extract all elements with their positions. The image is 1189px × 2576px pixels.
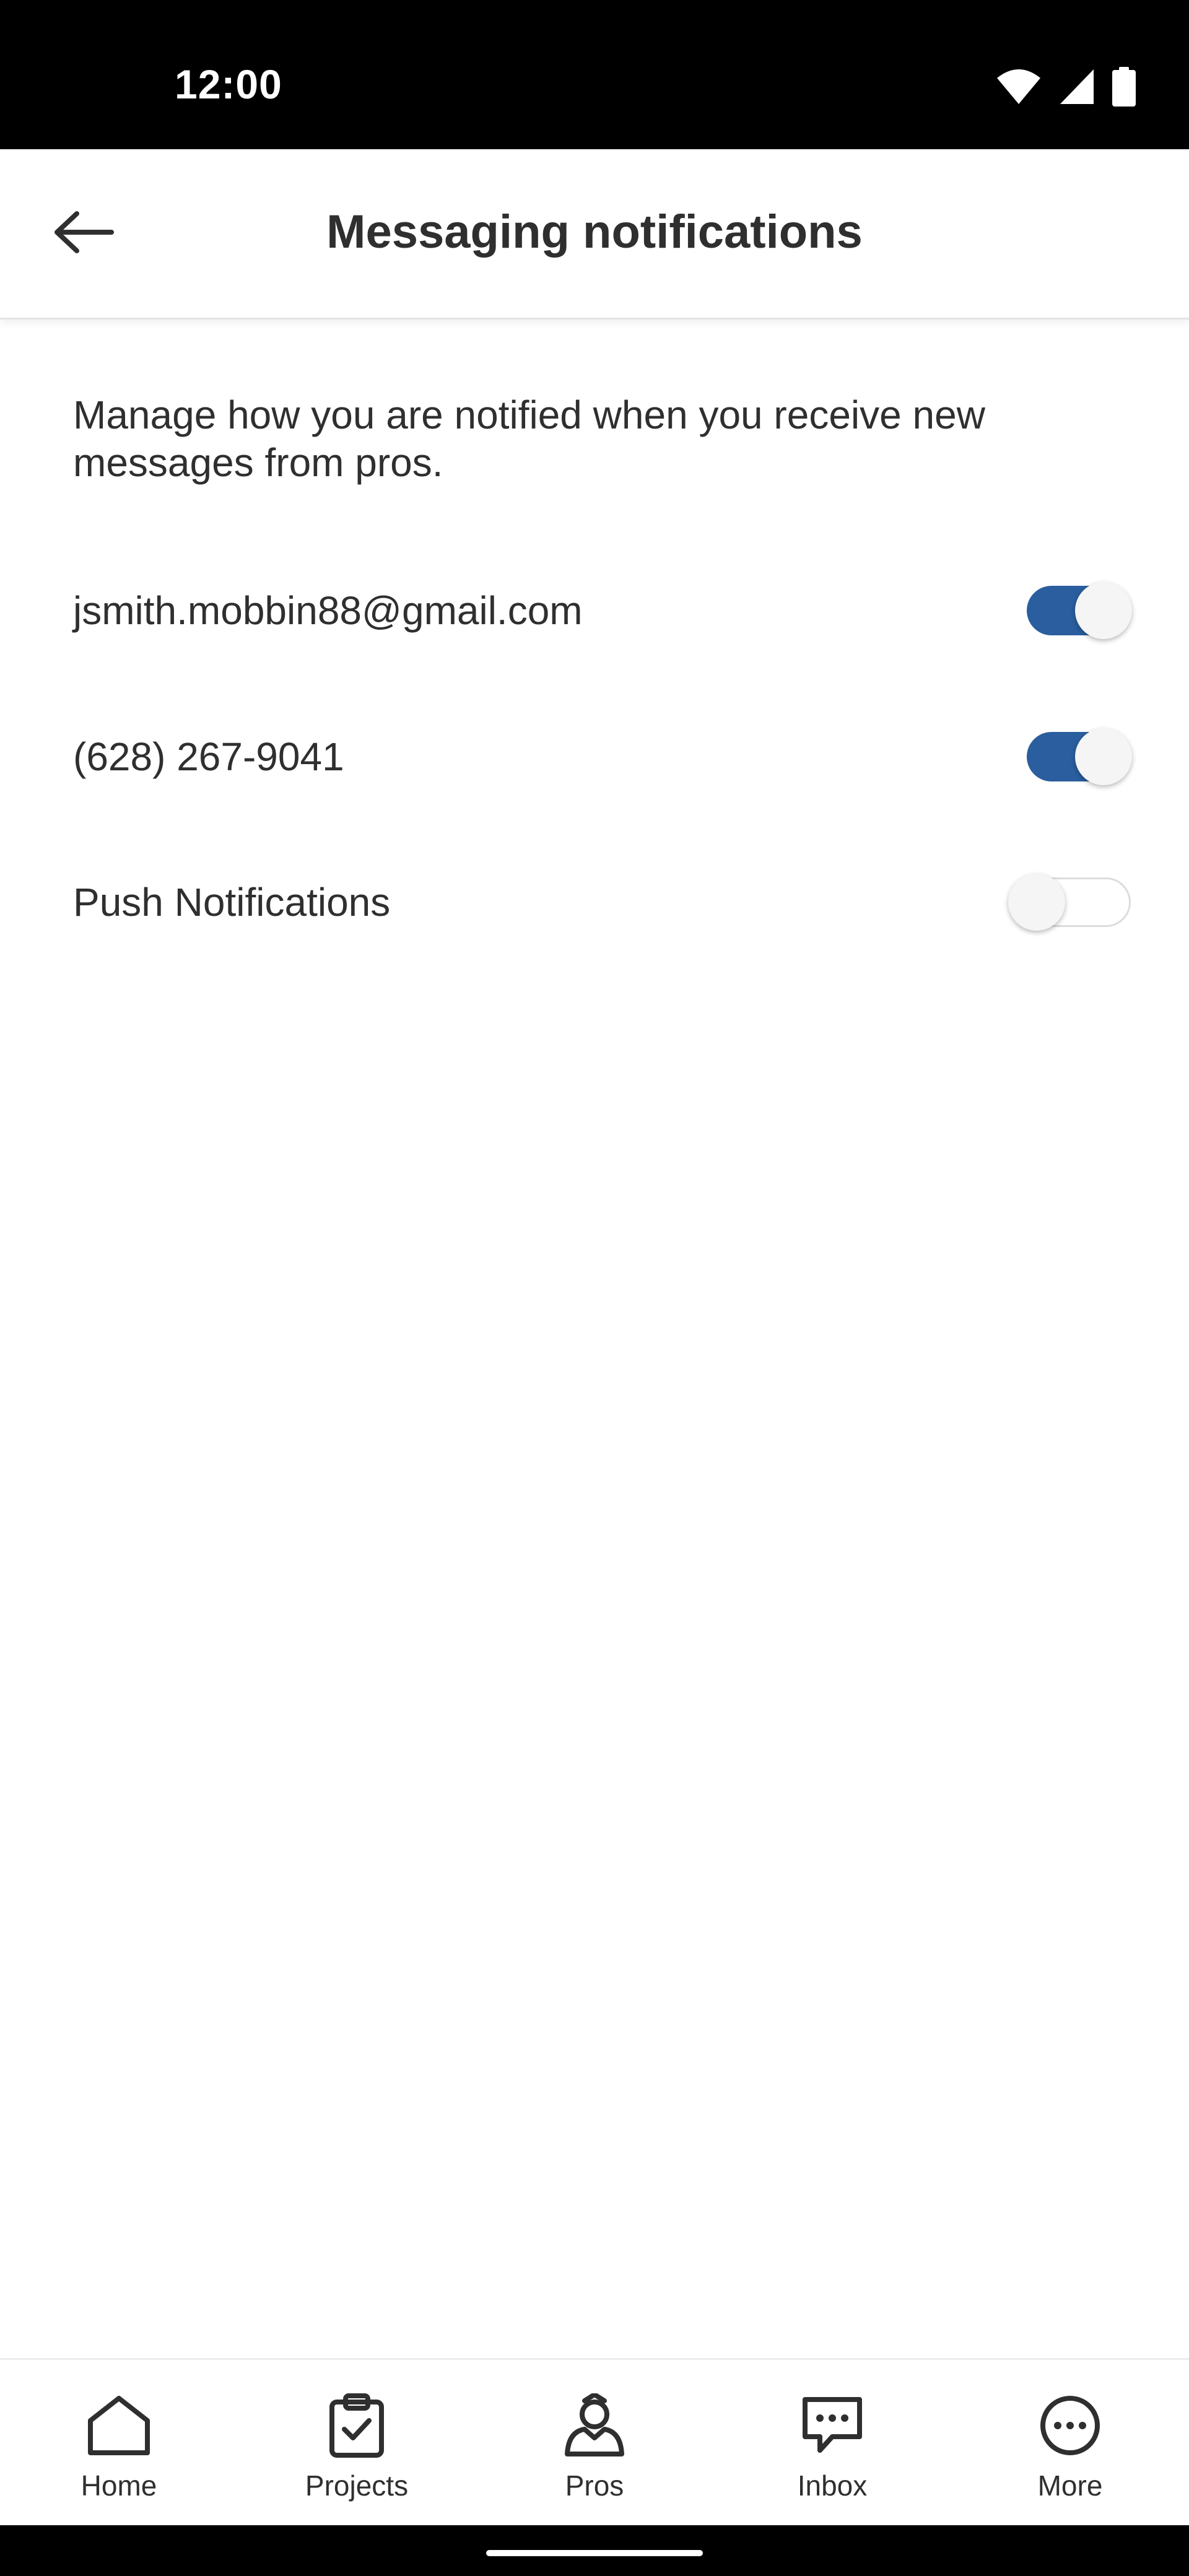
nav-item-more[interactable]: More — [951, 2360, 1189, 2527]
nav-item-inbox[interactable]: Inbox — [713, 2360, 951, 2527]
sms-notifications-toggle[interactable] — [1021, 726, 1132, 788]
toggle-knob — [1008, 874, 1065, 931]
nav-item-pros[interactable]: Pros — [476, 2360, 713, 2527]
push-label: Push Notifications — [73, 880, 391, 925]
more-dots-icon — [1035, 2391, 1105, 2460]
nav-item-home[interactable]: Home — [0, 2360, 238, 2527]
email-notifications-toggle[interactable] — [1021, 580, 1132, 642]
nav-label-inbox: Inbox — [797, 2469, 868, 2502]
setting-row-phone: (628) 267-9041 — [73, 707, 1132, 806]
nav-label-home: Home — [81, 2469, 157, 2502]
pro-person-icon — [560, 2391, 629, 2460]
setting-row-push: Push Notifications — [73, 853, 1132, 952]
home-indicator[interactable] — [486, 2550, 703, 2556]
status-icons — [996, 66, 1136, 110]
toggle-knob — [1075, 582, 1132, 639]
nav-item-projects[interactable]: Projects — [238, 2360, 476, 2527]
status-bar: 12:00 — [0, 0, 1189, 149]
setting-row-email: jsmith.mobbin88@gmail.com — [73, 561, 1132, 660]
battery-icon — [1112, 66, 1136, 110]
chat-bubble-icon — [798, 2391, 867, 2460]
system-navigation-bar — [0, 2525, 1189, 2576]
nav-label-projects: Projects — [305, 2469, 409, 2502]
nav-label-pros: Pros — [565, 2469, 624, 2502]
toggle-knob — [1075, 728, 1132, 785]
status-time: 12:00 — [175, 61, 282, 107]
app-bar: Messaging notifications — [0, 149, 1189, 320]
bottom-navigation: Home Projects Pros Inbox More — [0, 2358, 1189, 2527]
nav-label-more: More — [1037, 2469, 1103, 2502]
clipboard-check-icon — [322, 2391, 391, 2460]
signal-icon — [1059, 68, 1095, 108]
home-icon — [84, 2391, 154, 2460]
wifi-icon — [996, 68, 1042, 108]
phone-label: (628) 267-9041 — [73, 734, 344, 779]
description-text: Manage how you are notified when you rec… — [73, 393, 985, 485]
page-title: Messaging notifications — [326, 206, 863, 258]
push-notifications-toggle[interactable] — [1008, 871, 1132, 933]
email-label: jsmith.mobbin88@gmail.com — [73, 588, 583, 633]
